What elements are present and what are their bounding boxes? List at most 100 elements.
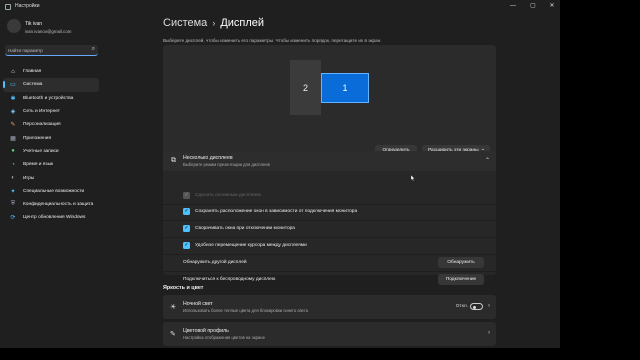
sidebar-item-label: Игры	[23, 175, 35, 181]
make-primary-checkbox: ✓	[183, 191, 190, 199]
sidebar-item-label: Учетные записи	[23, 148, 59, 154]
detect-button[interactable]: Обнаружить	[438, 257, 484, 268]
minimize-button[interactable]: —	[506, 1, 520, 11]
make-primary-label: Сделать основным дисплеем	[195, 192, 261, 198]
settings-app-icon	[5, 4, 11, 10]
time-language-icon: ◔	[11, 161, 15, 168]
divider	[163, 220, 496, 221]
sidebar-item-label: Главная	[23, 69, 42, 75]
sidebar-item-windows-update[interactable]: ⟳ Центр обновления Windows	[3, 211, 99, 224]
sidebar-item-home[interactable]: ⌂ Главная	[3, 65, 99, 78]
network-icon: ◈	[10, 109, 16, 116]
breadcrumb-separator-icon: ›	[212, 18, 216, 28]
system-icon: ▭	[10, 82, 16, 89]
settings-window: Настройки — ▢ ✕ Tik ivan ivan.ivanov@gma…	[0, 0, 560, 348]
privacy-shield-icon: ⛨	[10, 201, 16, 208]
chevron-right-icon[interactable]: ›	[488, 303, 490, 309]
home-icon: ⌂	[11, 68, 15, 75]
sidebar-item-apps[interactable]: ▦ Приложения	[3, 131, 99, 144]
remember-windows-checkbox[interactable]: ✓	[183, 207, 190, 215]
sidebar-nav: ⌂ Главная ▭ Система ✱ Bluetooth и устройства ◈…	[3, 65, 99, 225]
bluetooth-icon: ✱	[10, 95, 16, 102]
sidebar-item-label: Время и язык	[23, 162, 54, 168]
option-remember-windows[interactable]: ✓ Сохранять расположение окон в зависимо…	[183, 206, 357, 216]
sidebar-item-label: Конфиденциальность и защита	[23, 202, 94, 208]
sidebar-item-accessibility[interactable]: ✦ Специальные возможности	[3, 185, 99, 198]
sidebar-item-label: Центр обновления Windows	[23, 215, 86, 221]
sidebar: Tik ivan ivan.ivanov@gmail.com ⌕ ⌂ Главна…	[0, 14, 102, 348]
search-icon[interactable]: ⌕	[92, 46, 95, 53]
wireless-display-label: Подключиться к беспроводному дисплею	[183, 277, 276, 282]
ease-cursor-checkbox[interactable]: ✓	[183, 241, 190, 249]
accessibility-icon: ✦	[10, 188, 16, 195]
sidebar-item-gaming[interactable]: ◐ Игры	[3, 171, 99, 184]
sidebar-item-accounts[interactable]: ● Учетные записи	[3, 145, 99, 158]
apps-icon: ▦	[10, 135, 16, 142]
multiple-displays-title: Несколько дисплеев	[183, 155, 233, 161]
gaming-icon: ◐	[11, 175, 15, 182]
detect-display-label: Обнаружить другой дисплей	[183, 260, 247, 265]
sidebar-item-system[interactable]: ▭ Система	[3, 78, 99, 92]
divider	[163, 204, 496, 205]
sidebar-item-bluetooth[interactable]: ✱ Bluetooth и устройства	[3, 92, 99, 105]
pen-icon: ✎	[170, 331, 176, 338]
mouse-cursor-icon	[411, 175, 415, 181]
breadcrumb: Система › Дисплей	[163, 17, 264, 29]
brightness-section-title: Яркость и цвет	[163, 285, 204, 291]
breadcrumb-system[interactable]: Система	[163, 17, 207, 29]
maximize-button[interactable]: ▢	[526, 1, 540, 11]
night-light-toggle[interactable]	[470, 303, 483, 310]
windows-update-icon: ⟳	[10, 215, 16, 222]
sidebar-item-label: Специальные возможности	[23, 188, 85, 194]
color-profile-title: Цветовой профиль	[183, 328, 229, 334]
avatar[interactable]	[7, 19, 21, 33]
minimize-windows-checkbox[interactable]: ✓	[183, 224, 190, 232]
divider	[163, 237, 496, 238]
color-profile-card[interactable]: ✎ Цветовой профиль Настройка отображения…	[163, 322, 496, 346]
personalization-icon: ✎	[10, 122, 16, 129]
monitor-1[interactable]: 1	[321, 73, 369, 103]
sidebar-item-network[interactable]: ◈ Сеть и Интернет	[3, 105, 99, 118]
search-input[interactable]	[8, 46, 86, 54]
minimize-windows-label: Сворачивать окна при отключении монитора	[195, 225, 295, 231]
sidebar-item-label: Приложения	[23, 135, 52, 141]
divider	[163, 254, 496, 255]
night-light-state: Откл.	[455, 304, 468, 309]
letterbox-right	[560, 0, 640, 360]
option-ease-cursor[interactable]: ✓ Удобное перемещение курсора между дисп…	[183, 240, 307, 250]
display-arrangement-panel: 2 1 Определить Расширить эти экраны ⌄	[163, 45, 496, 161]
night-light-card[interactable]: ☀ Ночной свет Использовать более теплые …	[163, 295, 496, 319]
option-make-primary: ✓ Сделать основным дисплеем	[183, 190, 261, 200]
arrangement-hint: Выберите дисплей, чтобы изменить его пар…	[163, 38, 382, 43]
multiple-displays-subtitle: Выберите режим презентации для дисплеев	[183, 162, 270, 167]
sidebar-item-label: Персонализация	[23, 122, 61, 128]
divider	[163, 271, 496, 272]
chevron-right-icon[interactable]: ›	[488, 330, 490, 336]
sidebar-item-label: Сеть и Интернет	[23, 109, 60, 115]
sidebar-item-personalization[interactable]: ✎ Персонализация	[3, 118, 99, 131]
sun-icon: ☀	[170, 304, 177, 311]
sidebar-item-time-language[interactable]: ◔ Время и язык	[3, 158, 99, 171]
monitor-2[interactable]: 2	[290, 60, 321, 115]
user-name: Tik ivan	[25, 21, 43, 27]
night-light-title: Ночной свет	[183, 301, 213, 307]
color-profile-subtitle: Настройка отображения цветов на экране	[183, 335, 265, 340]
accounts-icon: ●	[11, 148, 15, 155]
connect-button[interactable]: Подключение	[438, 274, 484, 285]
page-title: Дисплей	[220, 17, 265, 29]
user-email: ivan.ivanov@gmail.com	[25, 29, 72, 34]
multiple-displays-icon: ⧉	[171, 157, 176, 164]
option-minimize-windows[interactable]: ✓ Сворачивать окна при отключении монито…	[183, 223, 295, 233]
close-button[interactable]: ✕	[545, 1, 559, 11]
search-box[interactable]: ⌕	[5, 45, 98, 56]
ease-cursor-label: Удобное перемещение курсора между диспле…	[195, 242, 307, 248]
multiple-displays-section: ⧉ Несколько дисплеев Выберите режим през…	[163, 151, 496, 275]
night-light-subtitle: Использовать более теплые цвета для блок…	[183, 308, 308, 313]
window-title: Настройки	[15, 3, 40, 9]
letterbox-bottom	[0, 348, 560, 360]
multiple-displays-header[interactable]: ⧉ Несколько дисплеев Выберите режим през…	[163, 151, 496, 171]
sidebar-item-label: Bluetooth и устройства	[23, 95, 74, 101]
title-bar: Настройки — ▢ ✕	[0, 0, 560, 14]
sidebar-item-privacy-shield[interactable]: ⛨ Конфиденциальность и защита	[3, 198, 99, 211]
chevron-up-icon[interactable]: ⌃	[485, 157, 490, 164]
